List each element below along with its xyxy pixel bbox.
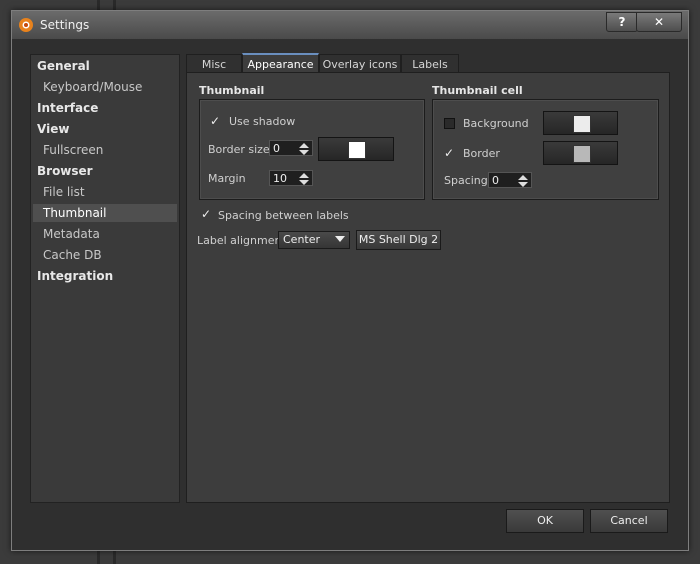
background-checkbox[interactable] xyxy=(444,118,455,129)
sidebar-item-keyboard-mouse[interactable]: Keyboard/Mouse xyxy=(31,78,179,96)
sidebar-item-general[interactable]: General xyxy=(31,57,179,75)
tab-appearance[interactable]: Appearance xyxy=(242,53,319,74)
chevron-down-icon xyxy=(335,236,345,242)
ok-button[interactable]: OK xyxy=(506,509,584,533)
sidebar-item-view[interactable]: View xyxy=(31,120,179,138)
sidebar-item-integration[interactable]: Integration xyxy=(31,267,179,285)
sidebar-item-metadata[interactable]: Metadata xyxy=(31,225,179,243)
margin-label: Margin xyxy=(208,172,246,185)
cell-border-color-button[interactable] xyxy=(543,141,618,165)
sidebar-item-browser[interactable]: Browser xyxy=(31,162,179,180)
sidebar-item-thumbnail[interactable]: Thumbnail xyxy=(33,204,177,222)
thumbnail-group: ✓ Use shadow Border size 0 Margin 10 xyxy=(199,99,425,200)
cell-border-color-swatch xyxy=(572,145,591,163)
background-label: Background xyxy=(463,117,529,130)
close-icon: ✕ xyxy=(653,15,665,29)
label-font-button[interactable]: MS Shell Dlg 2 xyxy=(356,230,441,250)
spacing-value: 0 xyxy=(492,174,499,187)
close-button[interactable]: ✕ xyxy=(636,12,682,32)
sidebar-item-cache-db[interactable]: Cache DB xyxy=(31,246,179,264)
margin-spinbox[interactable]: 10 xyxy=(269,170,313,186)
spacing-between-labels-checkbox[interactable]: ✓ xyxy=(201,208,211,220)
label-alignment-label: Label alignment xyxy=(197,234,286,247)
spacing-between-labels-label: Spacing between labels xyxy=(218,209,349,222)
spin-arrows-icon xyxy=(299,143,309,155)
app-logo-icon xyxy=(19,18,33,32)
border-size-label: Border size xyxy=(208,143,270,156)
use-shadow-label: Use shadow xyxy=(229,115,296,128)
sidebar-item-interface[interactable]: Interface xyxy=(31,99,179,117)
tab-overlay-icons[interactable]: Overlay icons xyxy=(319,54,401,74)
border-color-swatch xyxy=(348,141,366,159)
cell-background-color-button[interactable] xyxy=(543,111,618,135)
tab-misc[interactable]: Misc xyxy=(186,54,242,74)
window-title: Settings xyxy=(40,18,90,32)
thumbnail-cell-group-title: Thumbnail cell xyxy=(432,84,523,97)
margin-value: 10 xyxy=(273,172,287,185)
settings-window: Settings ? ✕ General Keyboard/Mouse Inte… xyxy=(11,10,689,551)
settings-sidebar: General Keyboard/Mouse Interface View Fu… xyxy=(30,54,180,503)
border-checkbox[interactable]: ✓ xyxy=(444,147,454,159)
spin-arrows-icon xyxy=(518,175,528,187)
use-shadow-checkbox[interactable]: ✓ xyxy=(210,115,220,127)
border-label: Border xyxy=(463,147,500,160)
help-button[interactable]: ? xyxy=(606,12,638,32)
tab-labels[interactable]: Labels xyxy=(401,54,459,74)
label-alignment-value: Center xyxy=(283,233,321,246)
spacing-label: Spacing xyxy=(444,174,488,187)
cancel-button[interactable]: Cancel xyxy=(590,509,668,533)
appearance-panel: Thumbnail ✓ Use shadow Border size 0 Mar… xyxy=(186,72,670,503)
thumbnail-cell-group: Background ✓ Border Spacing 0 xyxy=(432,99,659,200)
spacing-spinbox[interactable]: 0 xyxy=(488,172,532,188)
sidebar-item-fullscreen[interactable]: Fullscreen xyxy=(31,141,179,159)
thumbnail-group-title: Thumbnail xyxy=(199,84,265,97)
background-color-swatch xyxy=(572,115,591,133)
spin-arrows-icon xyxy=(299,173,309,185)
title-bar[interactable]: Settings ? ✕ xyxy=(12,11,688,39)
label-alignment-select[interactable]: Center xyxy=(278,231,350,249)
thumbnail-border-color-button[interactable] xyxy=(318,137,394,161)
sidebar-item-file-list[interactable]: File list xyxy=(31,183,179,201)
border-size-value: 0 xyxy=(273,142,280,155)
border-size-spinbox[interactable]: 0 xyxy=(269,140,313,156)
